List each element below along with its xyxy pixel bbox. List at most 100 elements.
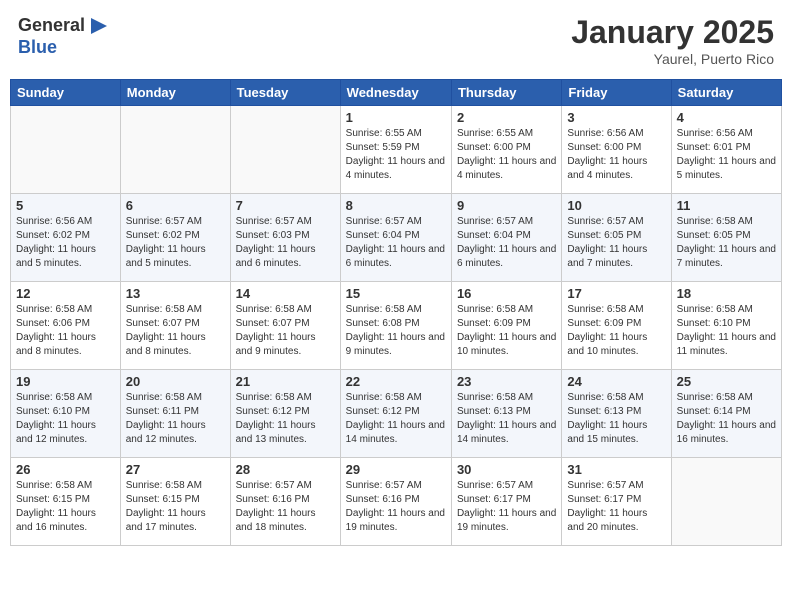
calendar-day-cell: 15 Sunrise: 6:58 AM Sunset: 6:08 PM Dayli… [340,282,451,370]
day-info: Sunrise: 6:58 AM Sunset: 6:15 PM Dayligh… [16,479,115,535]
calendar-day-cell: 1 Sunrise: 6:55 AM Sunset: 5:59 PM Daylig… [340,106,451,194]
day-info: Sunrise: 6:57 AM Sunset: 6:16 PM Dayligh… [346,479,446,535]
day-info: Sunrise: 6:57 AM Sunset: 6:04 PM Dayligh… [346,215,446,271]
calendar-day-cell: 18 Sunrise: 6:58 AM Sunset: 6:10 PM Dayli… [671,282,781,370]
day-info: Sunrise: 6:58 AM Sunset: 6:14 PM Dayligh… [677,391,776,447]
calendar-day-cell: 10 Sunrise: 6:57 AM Sunset: 6:05 PM Dayli… [562,194,671,282]
day-info: Sunrise: 6:57 AM Sunset: 6:05 PM Dayligh… [567,215,665,271]
day-info: Sunrise: 6:57 AM Sunset: 6:03 PM Dayligh… [236,215,335,271]
calendar-day-cell [11,106,121,194]
day-number: 20 [126,374,225,389]
day-number: 27 [126,462,225,477]
logo-general-text: General [18,16,85,36]
day-info: Sunrise: 6:58 AM Sunset: 6:13 PM Dayligh… [457,391,556,447]
calendar-day-cell: 7 Sunrise: 6:57 AM Sunset: 6:03 PM Daylig… [230,194,340,282]
weekday-header-friday: Friday [562,80,671,106]
calendar-table: SundayMondayTuesdayWednesdayThursdayFrid… [10,79,782,546]
day-number: 23 [457,374,556,389]
day-info: Sunrise: 6:57 AM Sunset: 6:16 PM Dayligh… [236,479,335,535]
calendar-week-row: 12Sunrise: 6:58 AM Sunset: 6:06 PM Dayli… [11,282,782,370]
calendar-day-cell [230,106,340,194]
day-info: Sunrise: 6:56 AM Sunset: 6:01 PM Dayligh… [677,127,776,183]
calendar-day-cell: 20Sunrise: 6:58 AM Sunset: 6:11 PM Dayli… [120,370,230,458]
day-info: Sunrise: 6:55 AM Sunset: 6:00 PM Dayligh… [457,127,556,183]
day-number: 29 [346,462,446,477]
calendar-day-cell: 28 Sunrise: 6:57 AM Sunset: 6:16 PM Dayli… [230,458,340,546]
day-number: 13 [126,286,225,301]
day-number: 30 [457,462,556,477]
location: Yaurel, Puerto Rico [571,51,774,67]
day-number: 3 [567,110,665,125]
weekday-header-tuesday: Tuesday [230,80,340,106]
day-number: 25 [677,374,776,389]
calendar-day-cell: 3 Sunrise: 6:56 AM Sunset: 6:00 PM Daylig… [562,106,671,194]
day-info: Sunrise: 6:57 AM Sunset: 6:17 PM Dayligh… [567,479,665,535]
calendar-day-cell: 23 Sunrise: 6:58 AM Sunset: 6:13 PM Dayli… [451,370,561,458]
calendar-day-cell: 17Sunrise: 6:58 AM Sunset: 6:09 PM Dayli… [562,282,671,370]
day-info: Sunrise: 6:58 AM Sunset: 6:10 PM Dayligh… [16,391,115,447]
calendar-day-cell: 6Sunrise: 6:57 AM Sunset: 6:02 PM Daylig… [120,194,230,282]
day-number: 14 [236,286,335,301]
day-info: Sunrise: 6:55 AM Sunset: 5:59 PM Dayligh… [346,127,446,183]
day-number: 4 [677,110,776,125]
calendar-day-cell: 8 Sunrise: 6:57 AM Sunset: 6:04 PM Daylig… [340,194,451,282]
calendar-week-row: 5Sunrise: 6:56 AM Sunset: 6:02 PM Daylig… [11,194,782,282]
calendar-day-cell: 30 Sunrise: 6:57 AM Sunset: 6:17 PM Dayli… [451,458,561,546]
day-number: 1 [346,110,446,125]
day-info: Sunrise: 6:58 AM Sunset: 6:09 PM Dayligh… [567,303,665,359]
day-info: Sunrise: 6:56 AM Sunset: 6:02 PM Dayligh… [16,215,115,271]
calendar-day-cell [671,458,781,546]
day-number: 11 [677,198,776,213]
calendar-day-cell: 19Sunrise: 6:58 AM Sunset: 6:10 PM Dayli… [11,370,121,458]
day-info: Sunrise: 6:58 AM Sunset: 6:12 PM Dayligh… [236,391,335,447]
logo: General Blue [18,14,111,58]
page-header: General Blue January 2025 Yaurel, Puerto… [10,10,782,71]
calendar-day-cell: 24Sunrise: 6:58 AM Sunset: 6:13 PM Dayli… [562,370,671,458]
calendar-week-row: 1 Sunrise: 6:55 AM Sunset: 5:59 PM Daylig… [11,106,782,194]
day-info: Sunrise: 6:58 AM Sunset: 6:06 PM Dayligh… [16,303,115,359]
calendar-day-cell: 31Sunrise: 6:57 AM Sunset: 6:17 PM Dayli… [562,458,671,546]
calendar-day-cell: 4 Sunrise: 6:56 AM Sunset: 6:01 PM Daylig… [671,106,781,194]
day-number: 24 [567,374,665,389]
calendar-day-cell: 9 Sunrise: 6:57 AM Sunset: 6:04 PM Daylig… [451,194,561,282]
weekday-header-monday: Monday [120,80,230,106]
day-info: Sunrise: 6:58 AM Sunset: 6:07 PM Dayligh… [126,303,225,359]
day-number: 2 [457,110,556,125]
day-number: 28 [236,462,335,477]
calendar-day-cell: 11 Sunrise: 6:58 AM Sunset: 6:05 PM Dayli… [671,194,781,282]
calendar-day-cell: 25 Sunrise: 6:58 AM Sunset: 6:14 PM Dayli… [671,370,781,458]
day-number: 15 [346,286,446,301]
day-number: 6 [126,198,225,213]
day-number: 7 [236,198,335,213]
logo-blue-text: Blue [18,38,111,58]
calendar-week-row: 26Sunrise: 6:58 AM Sunset: 6:15 PM Dayli… [11,458,782,546]
day-number: 10 [567,198,665,213]
day-info: Sunrise: 6:58 AM Sunset: 6:07 PM Dayligh… [236,303,335,359]
calendar-day-cell: 2 Sunrise: 6:55 AM Sunset: 6:00 PM Daylig… [451,106,561,194]
day-info: Sunrise: 6:58 AM Sunset: 6:05 PM Dayligh… [677,215,776,271]
day-number: 22 [346,374,446,389]
day-info: Sunrise: 6:56 AM Sunset: 6:00 PM Dayligh… [567,127,665,183]
day-info: Sunrise: 6:58 AM Sunset: 6:08 PM Dayligh… [346,303,446,359]
day-info: Sunrise: 6:58 AM Sunset: 6:15 PM Dayligh… [126,479,225,535]
weekday-header-saturday: Saturday [671,80,781,106]
day-number: 8 [346,198,446,213]
title-block: January 2025 Yaurel, Puerto Rico [571,14,774,67]
calendar-day-cell: 26Sunrise: 6:58 AM Sunset: 6:15 PM Dayli… [11,458,121,546]
calendar-day-cell: 5Sunrise: 6:56 AM Sunset: 6:02 PM Daylig… [11,194,121,282]
weekday-header-row: SundayMondayTuesdayWednesdayThursdayFrid… [11,80,782,106]
weekday-header-wednesday: Wednesday [340,80,451,106]
day-number: 18 [677,286,776,301]
month-title: January 2025 [571,14,774,51]
calendar-day-cell: 13 Sunrise: 6:58 AM Sunset: 6:07 PM Dayli… [120,282,230,370]
day-info: Sunrise: 6:57 AM Sunset: 6:17 PM Dayligh… [457,479,556,535]
day-number: 9 [457,198,556,213]
day-number: 16 [457,286,556,301]
day-info: Sunrise: 6:58 AM Sunset: 6:09 PM Dayligh… [457,303,556,359]
day-info: Sunrise: 6:58 AM Sunset: 6:10 PM Dayligh… [677,303,776,359]
calendar-day-cell: 16 Sunrise: 6:58 AM Sunset: 6:09 PM Dayli… [451,282,561,370]
calendar-day-cell: 14 Sunrise: 6:58 AM Sunset: 6:07 PM Dayli… [230,282,340,370]
calendar-day-cell: 29 Sunrise: 6:57 AM Sunset: 6:16 PM Dayli… [340,458,451,546]
day-info: Sunrise: 6:57 AM Sunset: 6:04 PM Dayligh… [457,215,556,271]
calendar-day-cell [120,106,230,194]
